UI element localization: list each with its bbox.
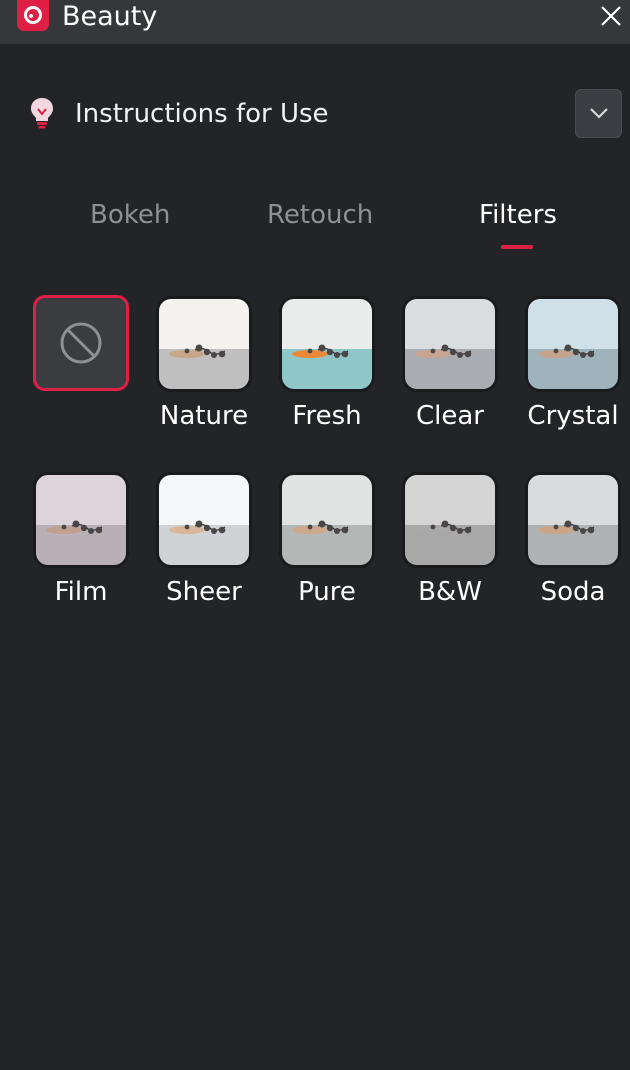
filter-label: Fresh	[292, 401, 362, 431]
filter-item-fresh[interactable]: Fresh	[277, 296, 377, 436]
filter-item-crystal[interactable]: Crystal	[523, 296, 623, 436]
filter-label: Film	[54, 577, 108, 607]
filter-thumbnail	[528, 475, 618, 565]
filter-label: Nature	[159, 401, 249, 431]
filter-label: B&W	[418, 577, 482, 607]
filter-item-sheer[interactable]: Sheer	[154, 472, 254, 612]
tab-filters[interactable]: Filters	[479, 198, 557, 232]
filter-thumbnail	[528, 299, 618, 389]
filter-item-film[interactable]: Film	[31, 472, 131, 612]
filter-item-bw[interactable]: B&W	[400, 472, 500, 612]
instructions-row[interactable]: Instructions for Use	[0, 86, 630, 142]
app-logo-icon	[17, 0, 49, 31]
window-title: Beauty	[62, 1, 158, 32]
filter-label: Pure	[298, 577, 356, 607]
tab-bokeh[interactable]: Bokeh	[90, 198, 170, 232]
filter-thumbnail	[159, 299, 249, 389]
active-tab-indicator	[501, 245, 533, 249]
filter-label: Soda	[540, 577, 606, 607]
filter-thumbnail	[36, 475, 126, 565]
filter-thumbnail	[405, 475, 495, 565]
filter-thumbnail	[282, 299, 372, 389]
no-filter-icon	[60, 322, 102, 364]
filter-thumbnail	[405, 299, 495, 389]
filter-thumbnail	[159, 475, 249, 565]
filter-item-soda[interactable]: Soda	[523, 472, 623, 612]
instructions-toggle-button[interactable]	[575, 89, 622, 138]
filter-label: Clear	[416, 401, 484, 431]
filter-item-clear[interactable]: Clear	[400, 296, 500, 436]
close-icon[interactable]	[598, 3, 624, 29]
filter-item-nature[interactable]: Nature	[154, 296, 254, 436]
lightbulb-icon	[29, 96, 55, 134]
instructions-label: Instructions for Use	[75, 99, 329, 129]
tab-retouch[interactable]: Retouch	[267, 198, 373, 232]
filter-label: Crystal	[527, 401, 619, 431]
chevron-down-icon	[590, 108, 608, 119]
title-bar: Beauty	[0, 0, 630, 44]
no-filter-button[interactable]	[33, 295, 129, 391]
filter-thumbnail	[282, 475, 372, 565]
filter-label: Sheer	[166, 577, 242, 607]
filter-item-pure[interactable]: Pure	[277, 472, 377, 612]
